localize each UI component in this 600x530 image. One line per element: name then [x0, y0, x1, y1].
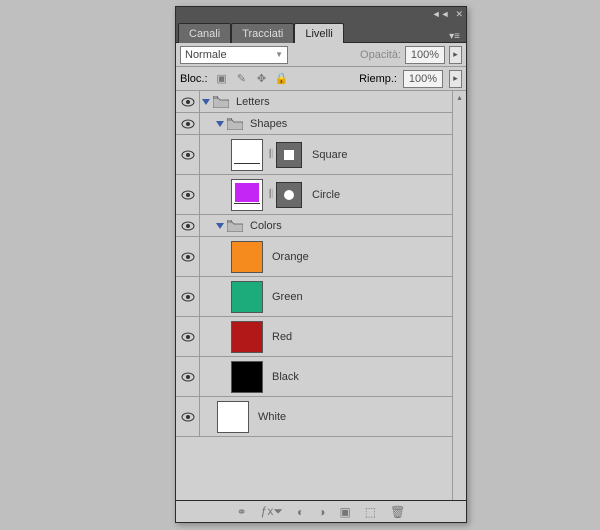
visibility-toggle[interactable]: [176, 215, 200, 236]
lock-icons: ▣ ✎ ✥ 🔒: [214, 71, 290, 87]
layer-green[interactable]: Green: [176, 277, 452, 317]
layer-thumbnail[interactable]: [231, 241, 263, 273]
panel-tabs: Canali Tracciati Livelli ▾≡: [176, 21, 466, 43]
visibility-toggle[interactable]: [176, 357, 200, 396]
new-layer-icon[interactable]: ⬚: [365, 505, 376, 519]
layer-thumbnail[interactable]: [231, 281, 263, 313]
visibility-toggle[interactable]: [176, 277, 200, 316]
layer-name: Orange: [272, 251, 309, 263]
layer-name: Black: [272, 371, 299, 383]
layer-thumbnail[interactable]: [231, 361, 263, 393]
fill-thumbnail[interactable]: [231, 139, 263, 171]
blend-opacity-row: Normale ▼ Opacità: 100% ▸: [176, 43, 466, 67]
layer-red[interactable]: Red: [176, 317, 452, 357]
layer-name: Letters: [236, 96, 270, 108]
opacity-input[interactable]: 100%: [405, 46, 445, 64]
layer-name: Shapes: [250, 118, 287, 130]
layer-group-shapes[interactable]: Shapes: [176, 113, 452, 135]
layer-name: Colors: [250, 220, 282, 232]
lock-pixels-icon[interactable]: ✎: [234, 71, 250, 87]
scroll-up-icon[interactable]: ▴: [453, 91, 466, 103]
tab-canali[interactable]: Canali: [178, 23, 231, 43]
vector-mask-thumbnail[interactable]: [276, 142, 302, 168]
close-icon[interactable]: ✕: [455, 9, 463, 20]
visibility-toggle[interactable]: [176, 175, 200, 214]
fx-icon[interactable]: ƒx⏷: [261, 504, 283, 519]
link-layers-icon[interactable]: ⚭: [237, 505, 247, 519]
panel-menu-icon[interactable]: ▾≡: [443, 31, 466, 42]
new-group-icon[interactable]: ▣: [339, 505, 350, 519]
layer-circle[interactable]: 𝄃 Circle: [176, 175, 452, 215]
layer-actions-bar: ⚭ ƒx⏷ ◐ ◑ ▣ ⬚ 🗑: [176, 500, 466, 522]
panel-content: Normale ▼ Opacità: 100% ▸ Bloc.: ▣ ✎ ✥ 🔒…: [176, 43, 466, 500]
visibility-toggle[interactable]: [176, 237, 200, 276]
scrollbar[interactable]: ▴: [452, 91, 466, 500]
tab-tracciati[interactable]: Tracciati: [231, 23, 294, 43]
visibility-toggle[interactable]: [176, 397, 200, 436]
chevron-down-icon: ▼: [275, 50, 283, 59]
layer-name: White: [258, 411, 286, 423]
layer-name: Red: [272, 331, 292, 343]
add-mask-icon[interactable]: ◐: [297, 505, 304, 519]
layers-panel: ◄◄ ✕ Canali Tracciati Livelli ▾≡ Normale…: [175, 6, 467, 523]
visibility-toggle[interactable]: [176, 317, 200, 356]
folder-icon: [226, 219, 244, 233]
fill-stepper[interactable]: ▸: [449, 70, 462, 88]
blend-mode-select[interactable]: Normale ▼: [180, 46, 288, 64]
visibility-toggle[interactable]: [176, 91, 200, 112]
layer-group-letters[interactable]: Letters: [176, 91, 452, 113]
layer-name: Circle: [312, 189, 340, 201]
layer-black[interactable]: Black: [176, 357, 452, 397]
layer-square[interactable]: 𝄃 Square: [176, 135, 452, 175]
tab-livelli[interactable]: Livelli: [294, 23, 344, 43]
lock-label: Bloc.:: [180, 73, 208, 85]
layer-group-colors[interactable]: Colors: [176, 215, 452, 237]
disclosure-triangle[interactable]: [214, 221, 226, 231]
fill-label: Riemp.:: [359, 73, 397, 85]
panel-titlebar: ◄◄ ✕: [176, 7, 466, 21]
adjustment-layer-icon[interactable]: ◑: [318, 505, 325, 519]
layer-list: Letters Shapes 𝄃 Square: [176, 91, 466, 500]
lock-all-icon[interactable]: 🔒: [274, 71, 290, 87]
folder-icon: [226, 117, 244, 131]
delete-layer-icon[interactable]: 🗑: [390, 505, 405, 519]
layer-white[interactable]: White: [176, 397, 452, 437]
blend-mode-value: Normale: [185, 49, 227, 61]
fill-thumbnail[interactable]: [231, 179, 263, 211]
folder-icon: [212, 95, 230, 109]
link-icon: 𝄃: [266, 147, 276, 162]
link-icon: 𝄃: [266, 187, 276, 202]
opacity-label: Opacità:: [360, 49, 401, 61]
layer-orange[interactable]: Orange: [176, 237, 452, 277]
layer-thumbnail[interactable]: [231, 321, 263, 353]
lock-fill-row: Bloc.: ▣ ✎ ✥ 🔒 Riemp.: 100% ▸: [176, 67, 466, 91]
layer-thumbnail[interactable]: [217, 401, 249, 433]
disclosure-triangle[interactable]: [200, 97, 212, 107]
vector-mask-thumbnail[interactable]: [276, 182, 302, 208]
fill-input[interactable]: 100%: [403, 70, 443, 88]
layer-name: Square: [312, 149, 347, 161]
visibility-toggle[interactable]: [176, 113, 200, 134]
visibility-toggle[interactable]: [176, 135, 200, 174]
layer-name: Green: [272, 291, 303, 303]
lock-transparent-icon[interactable]: ▣: [214, 71, 230, 87]
collapse-icon[interactable]: ◄◄: [432, 9, 450, 19]
opacity-stepper[interactable]: ▸: [449, 46, 462, 64]
lock-position-icon[interactable]: ✥: [254, 71, 270, 87]
disclosure-triangle[interactable]: [214, 119, 226, 129]
